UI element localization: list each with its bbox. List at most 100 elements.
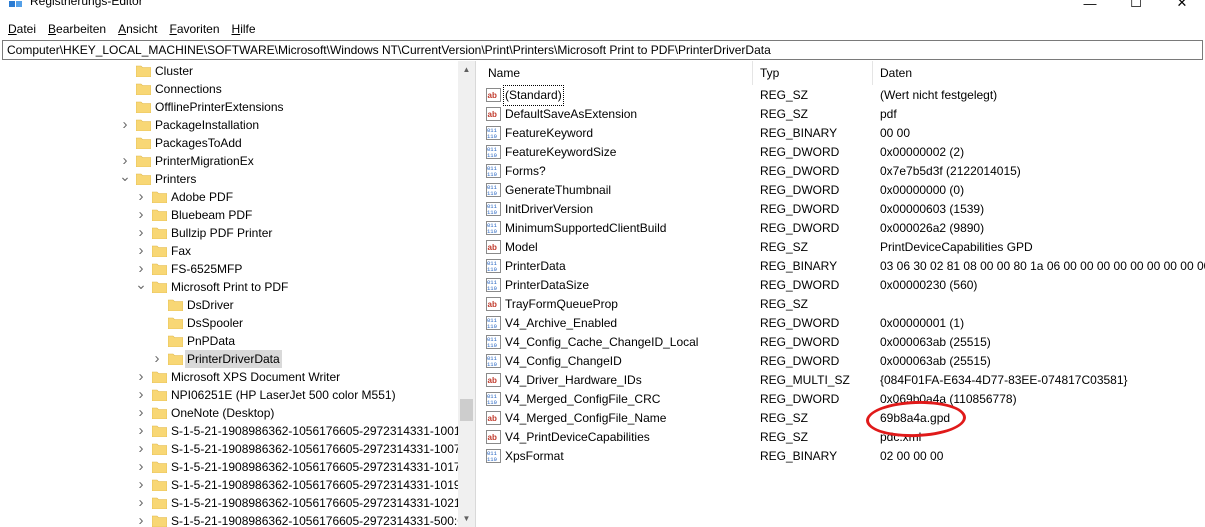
tree-item[interactable]: PnPData [2,332,458,350]
tree-item[interactable]: › S-1-5-21-1908986362-1056176605-29723143… [2,494,476,512]
chevron-right-icon[interactable]: › [135,441,147,456]
binary-value-icon: 011 110 [486,335,501,349]
table-row[interactable]: 011 110 GenerateThumbnail REG_DWORD 0x000000… [481,181,1205,200]
table-row[interactable]: ab DefaultSaveAsExtension REG_SZ pdf [481,105,1205,124]
table-row[interactable]: 011 110 XpsFormat REG_BINARY 02 00 00 00 [481,447,1205,466]
tree-item[interactable]: Cluster [2,62,458,80]
table-row[interactable]: 011 110 MinimumSupportedClientBuild REG_DWO… [481,219,1205,238]
chevron-right-icon[interactable]: › [135,369,147,384]
table-row[interactable]: 011 110 V4_Config_Cache_ChangeID_Local REG_… [481,333,1205,352]
table-row[interactable]: 011 110 V4_Merged_ConfigFile_CRC REG_DWORD 0… [481,390,1205,409]
chevron-right-icon[interactable]: › [151,351,163,366]
table-row[interactable]: ab Model REG_SZ PrintDeviceCapabilities GPD [481,238,1205,257]
chevron-right-icon[interactable]: › [135,423,147,438]
chevron-right-icon[interactable]: › [135,459,147,474]
column-header-name[interactable]: Name [481,61,753,85]
value-data: pdf [880,107,897,121]
value-data: 0x00000000 (0) [880,183,965,197]
chevron-right-icon[interactable]: › [135,513,147,527]
menu-bearbeiten[interactable]: Bearbeiten [42,19,112,39]
chevron-right-icon[interactable]: › [135,405,147,420]
string-value-icon: ab [486,373,501,387]
table-row[interactable]: ab V4_PrintDeviceCapabilities REG_SZ pdc.xm… [481,428,1205,447]
table-row[interactable]: ab V4_Driver_Hardware_IDs REG_MULTI_SZ {084… [481,371,1205,390]
chevron-right-icon[interactable]: › [135,477,147,492]
tree-item[interactable]: › S-1-5-21-1908986362-1056176605-29723143… [2,440,476,458]
column-header-data[interactable]: Daten [873,61,1205,85]
chevron-down-icon[interactable]: ⌄ [119,169,131,185]
expander-placeholder [119,137,131,149]
chevron-right-icon[interactable]: › [135,207,147,222]
chevron-right-icon[interactable]: › [119,117,131,132]
tree-item-label: Microsoft XPS Document Writer [171,370,341,384]
value-list: Name Typ Daten ab (Standard) REG_SZ (Wert n… [481,61,1205,527]
value-data: 0x00000603 (1539) [880,202,985,216]
table-row[interactable]: 011 110 FeatureKeyword REG_BINARY 00 00 [481,124,1205,143]
tree-item[interactable]: › FS-6525MFP [2,260,458,278]
menu-favoriten[interactable]: Favoriten [163,19,225,39]
tree-item[interactable]: › Bluebeam PDF [2,206,458,224]
chevron-right-icon[interactable]: › [135,189,147,204]
tree-item[interactable]: › S-1-5-21-1908986362-1056176605-29723143… [2,458,476,476]
tree-item[interactable]: DsSpooler [2,314,458,332]
chevron-right-icon[interactable]: › [119,153,131,168]
table-row[interactable]: ab (Standard) REG_SZ (Wert nicht festgelegt… [481,85,1205,106]
table-row[interactable]: 011 110 PrinterDataSize REG_DWORD 0x00000230… [481,276,1205,295]
tree-item[interactable]: DsDriver [2,296,458,314]
table-row[interactable]: 011 110 V4_Archive_Enabled REG_DWORD 0x00000… [481,314,1205,333]
table-row[interactable]: 011 110 Forms? REG_DWORD 0x7e7b5d3f (2122014… [481,162,1205,181]
folder-icon [135,101,152,114]
tree-item[interactable]: › PrinterMigrationEx [2,152,458,170]
value-type: REG_DWORD [760,202,840,216]
scroll-up-icon[interactable]: ▲ [458,61,475,78]
tree-item[interactable]: › S-1-5-21-1908986362-1056176605-29723143… [2,422,476,440]
table-row[interactable]: 011 110 FeatureKeywordSize REG_DWORD 0x00000… [481,143,1205,162]
binary-value-icon: 011 110 [486,145,501,159]
tree-item[interactable]: › Adobe PDF [2,188,458,206]
column-header-type[interactable]: Typ [753,61,873,85]
table-row[interactable]: 011 110 InitDriverVersion REG_DWORD 0x000006… [481,200,1205,219]
tree-item[interactable]: › Microsoft XPS Document Writer [2,368,458,386]
tree-item[interactable]: › PrinterDriverData [2,350,458,368]
tree-item[interactable]: › S-1-5-21-1908986362-1056176605-29723143… [2,476,476,494]
tree-item[interactable]: › NPI06251E (HP LaserJet 500 color M551) [2,386,458,404]
chevron-right-icon[interactable]: › [135,495,147,510]
tree-item[interactable]: › Fax [2,242,458,260]
tree-item[interactable]: › PackageInstallation [2,116,458,134]
svg-text:110: 110 [487,209,497,216]
chevron-right-icon[interactable]: › [135,387,147,402]
value-type: REG_DWORD [760,278,840,292]
maximize-button[interactable]: ☐ [1113,0,1159,13]
table-row[interactable]: ab V4_Merged_ConfigFile_Name REG_SZ 69b8a4a… [481,409,1205,428]
tree-item[interactable]: › OneNote (Desktop) [2,404,458,422]
tree-item[interactable]: › Bullzip PDF Printer [2,224,458,242]
tree-item[interactable]: ⌄ Printers [2,169,458,188]
binary-value-icon: 011 110 [486,202,501,216]
minimize-button[interactable]: — [1067,0,1113,13]
address-bar[interactable]: Computer\HKEY_LOCAL_MACHINE\SOFTWARE\Mic… [2,40,1203,60]
menu-datei[interactable]: Datei [2,19,42,39]
chevron-right-icon[interactable]: › [135,261,147,276]
menu-hilfe[interactable]: Hilfe [226,19,262,39]
close-button[interactable]: ✕ [1159,0,1205,13]
scroll-thumb[interactable] [460,399,473,421]
tree-item[interactable]: PackagesToAdd [2,134,458,152]
value-type: REG_DWORD [760,221,840,235]
chevron-right-icon[interactable]: › [135,243,147,258]
chevron-right-icon[interactable]: › [135,225,147,240]
scroll-down-icon[interactable]: ▼ [458,510,475,527]
chevron-down-icon[interactable]: ⌄ [135,277,147,293]
table-row[interactable]: 011 110 V4_Config_ChangeID REG_DWORD 0x00006… [481,352,1205,371]
folder-icon [135,155,152,168]
string-value-icon: ab [486,297,501,311]
value-name: FeatureKeywordSize [505,145,617,159]
table-row[interactable]: 011 110 PrinterData REG_BINARY 03 06 30 02 8… [481,257,1205,276]
tree-item[interactable]: ⌄ Microsoft Print to PDF [2,277,458,296]
tree-scrollbar[interactable]: ▲ ▼ [458,61,475,527]
menu-ansicht[interactable]: Ansicht [112,19,163,39]
tree-item[interactable]: Connections [2,80,458,98]
table-row[interactable]: ab TrayFormQueueProp REG_SZ [481,295,1205,314]
expander-placeholder [119,65,131,77]
tree-item[interactable]: OfflinePrinterExtensions [2,98,458,116]
tree-item[interactable]: › S-1-5-21-1908986362-1056176605-29723143… [2,512,475,527]
